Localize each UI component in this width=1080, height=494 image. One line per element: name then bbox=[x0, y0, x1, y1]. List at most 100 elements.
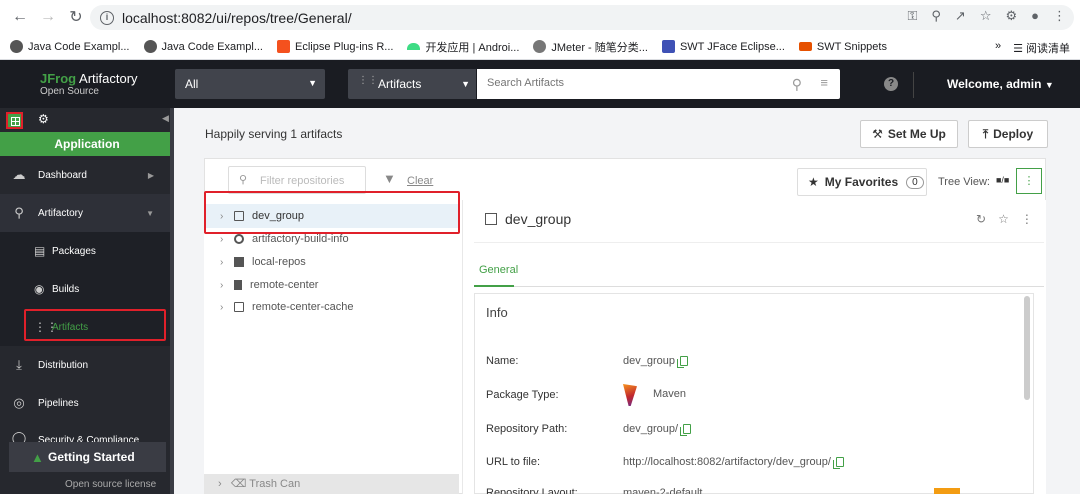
copy-icon[interactable] bbox=[677, 356, 688, 368]
distribution-icon: ⤓ bbox=[16, 357, 22, 372]
filter-placeholder: Filter repositories bbox=[260, 175, 345, 187]
caret-down-icon: ▼ bbox=[308, 78, 317, 88]
extensions-icon[interactable]: ⚙ bbox=[1005, 8, 1017, 24]
sidebar-item-dashboard[interactable]: ☁ Dashboard ▶ bbox=[0, 156, 174, 194]
tree-view-icon[interactable]: ⋮ bbox=[1016, 168, 1042, 194]
search-input[interactable] bbox=[477, 69, 757, 97]
browser-toolbar: ← → ↻ i localhost:8082/ui/repos/tree/Gen… bbox=[0, 0, 1080, 34]
my-favorites-button[interactable]: ★ My Favorites 0 bbox=[797, 168, 927, 196]
application-tab[interactable]: Application bbox=[0, 132, 174, 156]
build-info-icon bbox=[234, 234, 244, 244]
chevron-down-icon: ▼ bbox=[146, 208, 154, 218]
chevron-right-icon[interactable]: › bbox=[220, 234, 232, 245]
clear-filter-link[interactable]: Clear bbox=[407, 175, 433, 187]
more-actions-icon[interactable]: ⋮ bbox=[1021, 212, 1033, 226]
administration-gear-icon[interactable]: ⚙ bbox=[38, 112, 49, 126]
url-text[interactable]: localhost:8082/ui/repos/tree/General/ bbox=[122, 10, 352, 26]
star-icon[interactable]: ☆ bbox=[980, 8, 992, 24]
star-icon: ★ bbox=[808, 175, 819, 189]
site-info-icon[interactable]: i bbox=[100, 10, 114, 25]
field-value-text[interactable]: http://localhost:8082/artifactory/dev_gr… bbox=[623, 456, 831, 468]
tab-general[interactable]: General bbox=[479, 264, 518, 276]
bookmark[interactable]: SWT Snippets bbox=[798, 41, 887, 53]
artifactory-icon: ⚲ bbox=[14, 205, 24, 220]
address-bar[interactable]: i localhost:8082/ui/repos/tree/General/ … bbox=[90, 5, 1074, 30]
deploy-button[interactable]: ⤒ Deploy bbox=[968, 120, 1048, 148]
getting-started-button[interactable]: ▲ Getting Started bbox=[9, 442, 166, 472]
bookmark-label: 开发应用 | Androi... bbox=[425, 41, 520, 54]
filter-repositories-input[interactable]: ⚲ Filter repositories bbox=[228, 166, 366, 194]
flat-view-icon[interactable]: ■/■ bbox=[996, 175, 1009, 185]
bookmark[interactable]: Java Code Exampl... bbox=[10, 40, 130, 53]
reading-list-label: 阅读清单 bbox=[1026, 43, 1070, 55]
sidebar-item-artifactory[interactable]: ⚲ Artifactory ▼ bbox=[0, 194, 174, 232]
bookmarks-bar: Java Code Exampl... Java Code Exampl... … bbox=[0, 34, 1080, 60]
sidebar-item-label: Distribution bbox=[38, 359, 89, 371]
notification-tab[interactable] bbox=[934, 488, 960, 494]
bookmark[interactable]: JMeter - 随笔分类... bbox=[533, 39, 648, 55]
chevron-right-icon[interactable]: › bbox=[220, 302, 232, 313]
favorite-star-icon[interactable]: ☆ bbox=[998, 212, 1009, 226]
search-box: ⚲ ≡ bbox=[477, 69, 840, 99]
bookmark[interactable]: SWT JFace Eclipse... bbox=[661, 40, 785, 53]
caret-down-icon: ▼ bbox=[1044, 80, 1054, 90]
copy-icon[interactable] bbox=[832, 457, 844, 469]
tree-node-local-repos[interactable]: › local-repos bbox=[220, 251, 306, 273]
application-module-icon[interactable] bbox=[6, 112, 23, 129]
forward-arrow-icon[interactable]: → bbox=[34, 8, 62, 26]
copy-icon[interactable] bbox=[680, 424, 692, 436]
my-favorites-label: My Favorites bbox=[824, 175, 899, 189]
tree-node-label: remote-center-cache bbox=[252, 301, 354, 313]
reading-list-button[interactable]: ☰ 阅读清单 bbox=[1013, 40, 1070, 56]
license-link[interactable]: Open source license bbox=[65, 479, 156, 490]
scope-select[interactable]: All ▼ bbox=[175, 69, 325, 99]
bookmark-favicon-icon bbox=[143, 40, 157, 53]
logo-brand: JFrog bbox=[40, 71, 77, 86]
tree-node-remote-center-cache[interactable]: › remote-center-cache bbox=[220, 296, 354, 318]
virtual-repo-icon bbox=[485, 213, 497, 225]
sidebar-item-distribution[interactable]: ⤓ Distribution bbox=[0, 346, 174, 384]
refresh-icon[interactable]: ↻ bbox=[976, 212, 986, 226]
collapse-sidebar-icon[interactable]: ◀ bbox=[162, 113, 169, 124]
funnel-icon[interactable]: ▼ bbox=[383, 171, 396, 186]
tree-node-remote-center[interactable]: › remote-center bbox=[220, 274, 318, 296]
chevron-right-icon[interactable]: › bbox=[220, 280, 232, 291]
sidebar-subitem-packages[interactable]: ▤ Packages bbox=[0, 232, 174, 270]
jfrog-logo[interactable]: JFrog Artifactory Open Source bbox=[40, 71, 138, 97]
pipelines-icon: ◎ bbox=[13, 395, 25, 410]
virtual-repo-icon bbox=[234, 302, 244, 312]
sidebar-item-pipelines[interactable]: ◎ Pipelines bbox=[0, 384, 174, 422]
profile-icon[interactable]: ● bbox=[1031, 8, 1039, 24]
search-type-select[interactable]: ⋮⋮ Artifacts ▼ bbox=[348, 69, 476, 99]
bookmark[interactable]: Eclipse Plug-ins R... bbox=[277, 40, 393, 53]
back-arrow-icon[interactable]: ← bbox=[6, 8, 34, 26]
menu-icon[interactable]: ⋮ bbox=[1053, 8, 1066, 24]
reload-icon[interactable]: ↻ bbox=[62, 7, 90, 27]
trash-can[interactable]: › ⌫ Trash Can bbox=[204, 474, 459, 494]
more-bookmarks-button[interactable]: » bbox=[995, 40, 1001, 56]
filter-icon[interactable]: ≡ bbox=[820, 75, 828, 90]
tree-node-label: local-repos bbox=[252, 256, 306, 268]
tree-node-label: remote-center bbox=[250, 279, 319, 291]
sidebar-subitem-builds[interactable]: ◉ Builds bbox=[0, 270, 174, 308]
info-scrollbar[interactable] bbox=[1024, 296, 1030, 400]
key-icon[interactable]: ⚿ bbox=[907, 8, 917, 24]
field-value-text: maven-2-default bbox=[623, 487, 703, 494]
detail-actions: ↻ ☆ ⋮ bbox=[976, 212, 1033, 226]
search-icon[interactable]: ⚲ bbox=[792, 76, 802, 93]
sidebar-header: ⚙ ◀ bbox=[0, 108, 174, 130]
user-menu[interactable]: Welcome, admin ▼ bbox=[947, 77, 1054, 91]
share-icon[interactable]: ↗ bbox=[955, 8, 966, 24]
bookmark[interactable]: 开发应用 | Androi... bbox=[407, 39, 519, 55]
help-icon[interactable]: ? bbox=[884, 77, 898, 91]
tree-view-label: Tree View: bbox=[938, 176, 990, 188]
bookmark[interactable]: Java Code Exampl... bbox=[143, 40, 263, 53]
set-me-up-button[interactable]: ⚒ Set Me Up bbox=[860, 120, 958, 148]
sidebar: ⚙ ◀ Application ☁ Dashboard ▶ ⚲ Artifact… bbox=[0, 108, 174, 494]
field-value-text: Maven bbox=[653, 388, 687, 400]
zoom-icon[interactable]: ⚲ bbox=[931, 8, 941, 24]
field-value-repository-layout: maven-2-default bbox=[623, 487, 703, 494]
active-tab-indicator bbox=[474, 285, 514, 287]
sidebar-item-label: Packages bbox=[52, 245, 96, 257]
chevron-right-icon[interactable]: › bbox=[220, 257, 232, 268]
